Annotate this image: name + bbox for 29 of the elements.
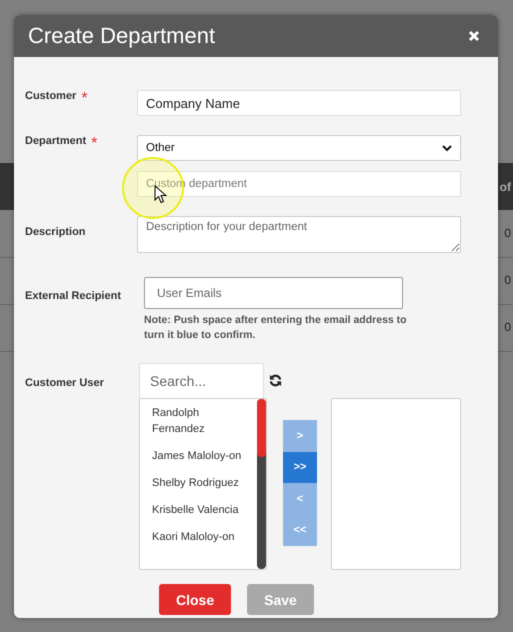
description-field[interactable]: Description for your department	[137, 216, 461, 253]
user-item[interactable]: Shelby Rodriguez	[152, 475, 252, 491]
user-item[interactable]: James Maloloy-on	[152, 448, 252, 464]
scrollbar[interactable]	[257, 399, 266, 569]
required-mark: *	[91, 135, 98, 154]
department-select[interactable]: Other	[137, 135, 461, 161]
chevron-down-icon	[442, 144, 452, 152]
user-item[interactable]: Krisbelle Valencia	[152, 502, 252, 518]
refresh-icon[interactable]	[269, 374, 282, 387]
user-item[interactable]: Kaori Maloloy-on	[152, 529, 252, 545]
email-field[interactable]: User Emails	[144, 277, 403, 309]
transfer-button[interactable]: >>	[283, 452, 317, 483]
field-label: Department	[25, 135, 86, 147]
table-cell: 0	[504, 226, 511, 240]
field-label: Customer	[25, 90, 76, 102]
close-icon[interactable]	[468, 30, 480, 42]
table-cell: 0	[504, 273, 511, 287]
customer-field[interactable]: Company Name	[137, 90, 461, 116]
table-cell: 0	[504, 320, 511, 334]
search-field[interactable]: Search...	[139, 363, 264, 398]
user-item[interactable]: Randolph Fernandez	[152, 405, 252, 437]
field-label: External Recipient	[25, 290, 121, 302]
field-label: Customer User	[25, 377, 104, 389]
column-header: of	[500, 180, 511, 194]
close-button[interactable]: Close	[159, 584, 232, 615]
field-label: Description	[25, 226, 86, 238]
note-text: Note: Push space after entering the email address to turn it blue to confirm.	[144, 313, 408, 343]
dialog-title: Create Department	[28, 23, 216, 49]
required-mark: *	[81, 90, 88, 109]
